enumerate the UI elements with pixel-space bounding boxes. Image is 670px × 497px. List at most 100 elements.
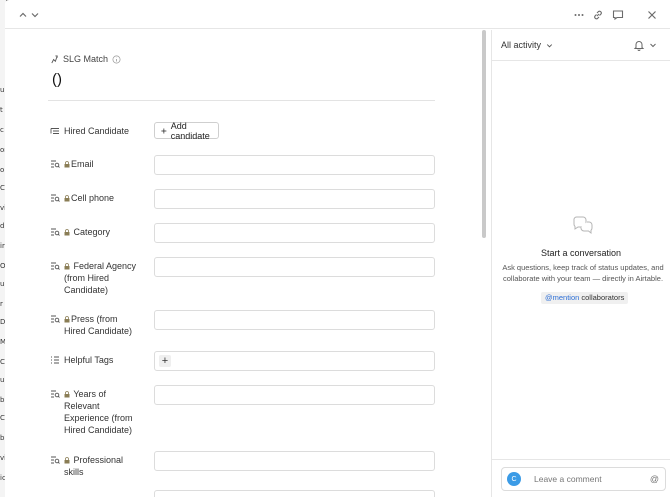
bg-text: o <box>0 166 5 174</box>
field-label: Category <box>50 226 155 238</box>
lock-icon <box>64 263 70 270</box>
field-label-text: Hired Candidate <box>64 126 130 136</box>
lookup-icon <box>51 456 60 464</box>
chevron-down-icon <box>546 43 553 47</box>
field-press: Press (from Hired Candidate) <box>50 310 435 337</box>
field-label-wrap: Category <box>64 226 110 238</box>
field-professional-skills: Professional skills <box>50 451 435 478</box>
field-label: Years of Relevant Experience (from Hired… <box>50 388 155 436</box>
mention-at-icon[interactable]: @ <box>650 474 659 484</box>
field-cell-phone: Cell phone <box>50 189 435 209</box>
info-icon[interactable] <box>112 55 121 64</box>
modal-toolbar <box>5 0 670 29</box>
field-label-wrap: Federal Agency (from Hired Candidate) <box>64 260 144 296</box>
copy-link-button[interactable] <box>590 7 606 23</box>
add-candidate-label: Add candidate <box>170 120 210 141</box>
main-scrollbar[interactable] <box>482 30 486 238</box>
close-button[interactable] <box>644 7 660 23</box>
field-label: Federal Agency (from Hired Candidate) <box>50 260 155 296</box>
field-label-text: Press (from Hired Candidate) <box>64 314 133 336</box>
sidebar-divider <box>492 60 670 61</box>
lookup-icon <box>51 228 60 236</box>
lookup-icon <box>51 194 60 202</box>
bell-icon[interactable] <box>632 38 646 52</box>
comment-divider <box>492 459 670 460</box>
field-label-text: Helpful Tags <box>64 355 114 365</box>
field-label-text: Cell phone <box>71 193 115 203</box>
lookup-icon <box>51 315 60 323</box>
field-label: Email <box>50 158 155 170</box>
table-name-label: SLG Match <box>63 54 109 64</box>
comment-placeholder: Leave a comment <box>534 474 602 484</box>
field-label-wrap: Professional skills <box>64 454 134 478</box>
bg-text: u <box>0 376 5 384</box>
lookup-icon <box>51 262 60 270</box>
category-field[interactable] <box>154 223 435 243</box>
bg-text: t <box>0 106 3 114</box>
link-icon <box>594 10 602 20</box>
add-candidate-button[interactable]: Add candidate <box>154 120 220 141</box>
field-email: Email <box>50 155 435 175</box>
mention-keyword: @mention <box>545 293 580 302</box>
close-icon <box>648 11 656 19</box>
field-label: Professional skills <box>50 454 155 478</box>
lock-icon <box>64 195 70 202</box>
lock-icon <box>64 316 70 323</box>
lookup-icon <box>51 160 60 168</box>
next-record-button[interactable] <box>27 7 43 23</box>
bg-text: c <box>0 126 4 134</box>
field-label-text: Email <box>71 159 94 169</box>
field-label-text: Years of Relevant Experience (from Hired… <box>64 389 133 435</box>
field-label-text: Professional skills <box>64 455 124 477</box>
bg-text: d <box>0 222 5 230</box>
next-field-input[interactable] <box>154 490 435 497</box>
toggle-comments-button[interactable] <box>610 7 626 23</box>
plus-icon <box>161 127 167 134</box>
activity-filter-label: All activity <box>501 40 542 50</box>
bg-text: b <box>0 434 5 442</box>
mention-hint: @mention collaborators <box>541 292 629 304</box>
more-options-button[interactable] <box>571 7 587 23</box>
avatar: C <box>507 472 521 486</box>
field-label: Cell phone <box>50 192 155 204</box>
helpful-tags-field[interactable]: + <box>154 351 435 371</box>
field-federal-agency: Federal Agency (from Hired Candidate) <box>50 257 435 296</box>
email-field[interactable] <box>154 155 435 175</box>
bg-text: u <box>0 86 5 94</box>
bg-text: r <box>0 300 3 308</box>
field-label: Helpful Tags <box>50 354 155 366</box>
empty-state-title: Start a conversation <box>540 248 622 258</box>
field-years-experience: Years of Relevant Experience (from Hired… <box>50 385 435 436</box>
field-label-wrap: Press (from Hired Candidate) <box>64 313 139 337</box>
field-label-wrap: Cell phone <box>64 192 114 204</box>
bg-text: b <box>0 396 5 404</box>
cell-phone-field[interactable] <box>154 189 435 209</box>
lookup-icon <box>51 390 60 398</box>
chevron-down-icon[interactable] <box>648 40 658 50</box>
activity-filter-dropdown[interactable]: All activity <box>501 40 554 50</box>
activity-sidebar: All activity Start a conversation Ask qu… <box>492 30 670 497</box>
federal-agency-field[interactable] <box>154 257 435 277</box>
linked-record-icon <box>50 128 59 134</box>
comment-input[interactable]: C Leave a comment @ <box>501 467 666 491</box>
lock-icon <box>64 229 70 236</box>
mention-rest: collaborators <box>579 293 625 302</box>
bg-text: u <box>0 280 5 288</box>
field-label-text: Category <box>73 227 111 237</box>
professional-skills-field[interactable] <box>154 451 435 471</box>
years-experience-field[interactable] <box>154 385 435 405</box>
field-hired-candidate: Hired Candidate Add candidate <box>50 121 220 141</box>
conversation-icon <box>573 216 593 235</box>
header-divider <box>48 100 435 101</box>
chevron-down-icon <box>31 13 39 18</box>
lock-icon <box>64 457 70 464</box>
lock-icon <box>64 391 70 398</box>
press-field[interactable] <box>154 310 435 330</box>
add-tag-button[interactable]: + <box>159 355 171 367</box>
field-helpful-tags: Helpful Tags + <box>50 351 435 371</box>
multiselect-icon <box>51 356 59 364</box>
ellipsis-icon <box>574 14 584 16</box>
field-label: Press (from Hired Candidate) <box>50 313 155 337</box>
field-category: Category <box>50 223 435 243</box>
empty-state-description: Ask questions, keep track of status upda… <box>502 263 664 283</box>
